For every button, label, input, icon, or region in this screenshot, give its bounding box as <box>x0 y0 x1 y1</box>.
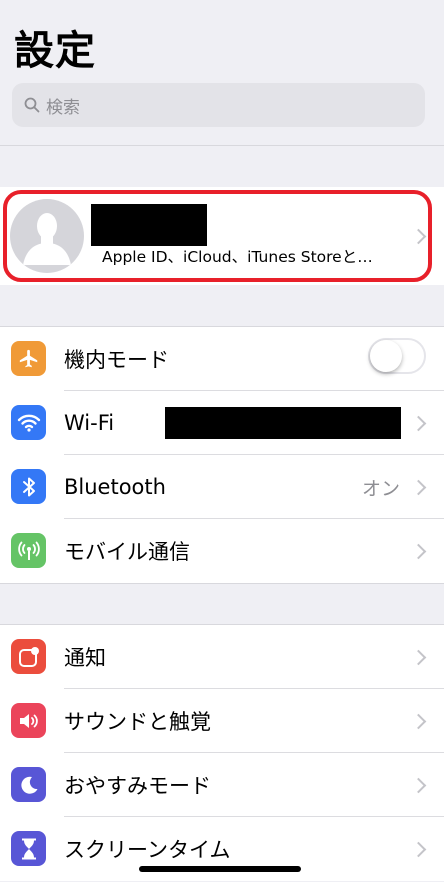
chevron-right-icon <box>410 777 427 794</box>
settings-row-label: おやすみモード <box>64 774 211 798</box>
section-divider <box>0 145 444 146</box>
airplane-icon <box>11 341 46 376</box>
toggle-knob <box>370 340 402 372</box>
airplane-mode-toggle[interactable] <box>368 338 426 374</box>
bluetooth-icon <box>11 469 46 504</box>
moon-icon <box>11 767 46 802</box>
settings-row-label: モバイル通信 <box>64 540 190 564</box>
chevron-right-icon <box>410 713 427 730</box>
highlight-annotation <box>3 190 432 282</box>
settings-row-label: スクリーンタイム <box>64 838 231 862</box>
page-title: 設定 <box>14 28 96 74</box>
settings-row-value: オン <box>361 477 400 500</box>
settings-row-label: 機内モード <box>64 348 169 372</box>
speaker-icon <box>11 703 46 738</box>
settings-row-label: 通知 <box>64 646 106 670</box>
settings-row-notifications[interactable]: 通知 <box>0 625 444 689</box>
settings-row-label: Bluetooth <box>64 475 166 499</box>
connectivity-group: 機内モード Wi-Fi Bluetooth オン モバイル通信 <box>0 327 444 583</box>
home-indicator[interactable] <box>139 866 301 872</box>
notifications-icon <box>11 639 46 674</box>
redacted-network-name <box>165 407 401 439</box>
settings-row-sounds[interactable]: サウンドと触覚 <box>0 689 444 753</box>
settings-row-cellular[interactable]: モバイル通信 <box>0 519 444 583</box>
notifications-group: 通知 サウンドと触覚 おやすみモード スクリーンタイム <box>0 625 444 881</box>
search-field[interactable]: 検索 <box>12 83 425 127</box>
cellular-icon <box>11 533 46 568</box>
search-icon <box>24 97 40 113</box>
chevron-right-icon <box>410 543 427 560</box>
hourglass-icon <box>11 831 46 866</box>
search-placeholder: 検索 <box>46 97 80 118</box>
chevron-right-icon <box>410 415 427 432</box>
chevron-right-icon <box>410 479 427 496</box>
settings-row-label: サウンドと触覚 <box>64 710 211 734</box>
settings-row-wifi[interactable]: Wi-Fi <box>0 391 444 455</box>
settings-row-label: Wi-Fi <box>64 411 115 435</box>
section-divider <box>0 583 444 584</box>
settings-row-do-not-disturb[interactable]: おやすみモード <box>0 753 444 817</box>
chevron-right-icon <box>410 649 427 666</box>
chevron-right-icon <box>410 841 427 858</box>
section-divider <box>0 326 444 327</box>
settings-row-airplane-mode: 機内モード <box>0 327 444 391</box>
wifi-icon <box>11 405 46 440</box>
settings-row-bluetooth[interactable]: Bluetooth オン <box>0 455 444 519</box>
